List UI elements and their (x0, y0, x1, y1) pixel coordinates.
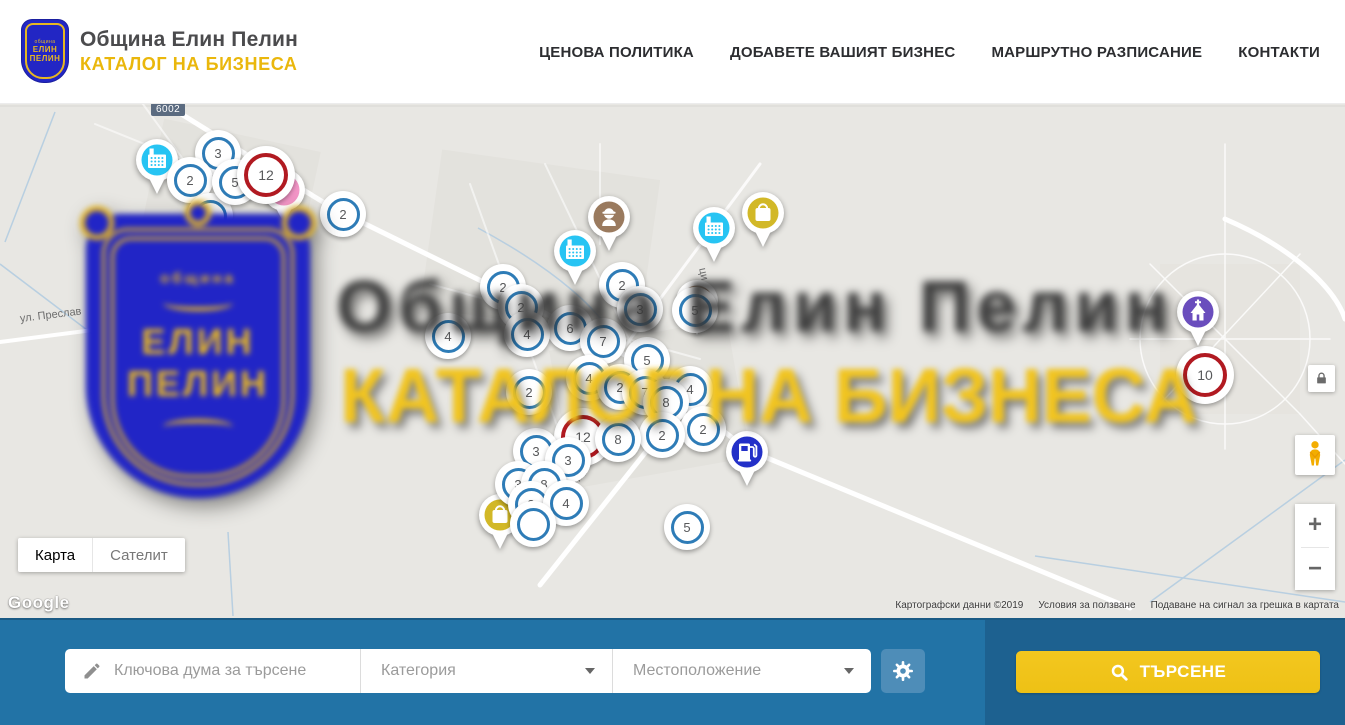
location-select[interactable]: Местоположение (613, 649, 871, 693)
church-pin[interactable] (1175, 290, 1221, 348)
nav-item-1[interactable]: ДОБАВЕТЕ ВАШИЯТ БИЗНЕС (730, 44, 955, 61)
google-logo[interactable]: Google (8, 593, 70, 613)
lock-button[interactable] (1308, 365, 1335, 392)
gear-icon (891, 659, 915, 683)
pegman-button[interactable] (1295, 435, 1335, 475)
brand-text: Община Елин Пелин КАТАЛОГ НА БИЗНЕСА (80, 28, 298, 75)
map-cluster-marker[interactable]: 4 (504, 311, 550, 357)
fuel-icon (724, 430, 770, 488)
advanced-settings-button[interactable] (881, 649, 925, 693)
map-cluster-marker[interactable]: 2 (506, 369, 552, 415)
cluster-count: 4 (585, 371, 592, 386)
nav-item-0[interactable]: ЦЕНОВА ПОЛИТИКА (539, 44, 694, 61)
factory-pin[interactable] (552, 229, 598, 287)
map-cluster-marker[interactable]: 12 (237, 146, 295, 204)
cluster-count: 4 (523, 327, 530, 342)
satellite-type-button[interactable]: Сателит (92, 538, 185, 572)
attribution-text: Картографски данни ©2019 (895, 600, 1023, 611)
map-cluster-marker[interactable] (510, 501, 556, 547)
factory-icon (552, 229, 598, 287)
shopping-pin[interactable] (740, 191, 786, 249)
cluster-count: 7 (599, 334, 606, 349)
map-cluster-marker[interactable]: 5 (672, 287, 718, 333)
cluster-count: 5 (683, 520, 690, 535)
keyword-field-wrap (65, 649, 360, 693)
attribution-link[interactable]: Подаване на сигнал за грешка в картата (1151, 600, 1339, 611)
lock-icon (1315, 372, 1328, 385)
cluster-count: 2 (699, 422, 706, 437)
search-button-label: ТЪРСЕНЕ (1140, 662, 1227, 682)
cluster-count: 2 (525, 385, 532, 400)
site-subtitle: КАТАЛОГ НА БИЗНЕСА (80, 54, 298, 75)
cluster-count: 8 (662, 395, 669, 410)
logo-top-text: община (34, 39, 55, 45)
search-icon (1110, 663, 1129, 682)
map-cluster-marker[interactable]: 4 (425, 313, 471, 359)
main-nav: ЦЕНОВА ПОЛИТИКА ДОБАВЕТЕ ВАШИЯТ БИЗНЕС МАР… (539, 0, 1320, 104)
cluster-count: 6 (566, 321, 573, 336)
cluster-count: 3 (636, 302, 643, 317)
cluster-count: 2 (339, 207, 346, 222)
location-select-label: Местоположение (633, 662, 761, 680)
pegman-icon (1302, 440, 1328, 470)
chevron-down-icon (585, 668, 595, 674)
map-attribution: Картографски данни ©2019 Условия за ползв… (895, 600, 1339, 611)
keyword-search-input[interactable] (114, 662, 360, 680)
cluster-count: 3 (564, 453, 571, 468)
brand[interactable]: община ЕЛИН ПЕЛИН Община Елин Пелин КАТА… (22, 20, 298, 82)
fuel-pin[interactable] (724, 430, 770, 488)
logo-line1: ЕЛИН (33, 45, 57, 54)
factory-pin[interactable] (691, 206, 737, 264)
nav-item-3[interactable]: КОНТАКТИ (1238, 44, 1320, 61)
cluster-count: 5 (691, 303, 698, 318)
cluster-count: 3 (532, 444, 539, 459)
zoom-out-button[interactable]: − (1295, 548, 1335, 591)
cluster-count: 12 (258, 167, 274, 183)
attribution-link[interactable]: Условия за ползване (1038, 600, 1135, 611)
category-select[interactable]: Категория (361, 649, 612, 693)
logo-line2: ПЕЛИН (30, 54, 61, 63)
map-cluster-marker[interactable]: 5 (664, 504, 710, 550)
map-cluster-marker[interactable]: 2 (639, 412, 685, 458)
zoom-control: + − (1295, 504, 1335, 590)
map-type-control: Карта Сателит (18, 538, 185, 572)
street-label: 6002 (151, 104, 185, 116)
search-bar: Категория Местоположение (65, 649, 871, 693)
nav-item-2[interactable]: МАРШРУТНО РАЗПИСАНИЕ (991, 44, 1202, 61)
cluster-count: 10 (1197, 367, 1213, 383)
cluster-count: 2 (658, 428, 665, 443)
municipality-logo: община ЕЛИН ПЕЛИН (22, 20, 68, 82)
category-select-label: Категория (381, 662, 456, 680)
search-button[interactable]: ТЪРСЕНЕ (1016, 651, 1320, 693)
cluster-count: 8 (614, 432, 621, 447)
search-panel: Категория Местоположение (0, 618, 1345, 725)
map-canvas[interactable]: 6002ул. Преславбул. „Новоселци 325122222… (0, 104, 1345, 618)
map-cluster-marker[interactable]: 8 (595, 416, 641, 462)
zoom-in-button[interactable]: + (1295, 504, 1335, 547)
map-cluster-marker[interactable]: 2 (680, 406, 726, 452)
page: община ЕЛИН ПЕЛИН Община Елин Пелин КАТА… (0, 0, 1345, 725)
cluster-count: 5 (643, 353, 650, 368)
map-cluster-marker[interactable]: 10 (1176, 346, 1234, 404)
church-icon (1175, 290, 1221, 348)
map-cluster-marker[interactable]: 2 (320, 191, 366, 237)
cluster-count: 2 (186, 173, 193, 188)
chevron-down-icon (844, 668, 854, 674)
cluster-count: 4 (562, 496, 569, 511)
cluster-count: 3 (214, 146, 221, 161)
bag-icon (740, 191, 786, 249)
header: община ЕЛИН ПЕЛИН Община Елин Пелин КАТА… (0, 0, 1345, 104)
factory-icon (691, 206, 737, 264)
site-title: Община Елин Пелин (80, 28, 298, 52)
cluster-count: 4 (444, 329, 451, 344)
pencil-icon (82, 661, 102, 681)
map-cluster-marker[interactable]: 3 (617, 286, 663, 332)
map-type-button[interactable]: Карта (18, 538, 92, 572)
